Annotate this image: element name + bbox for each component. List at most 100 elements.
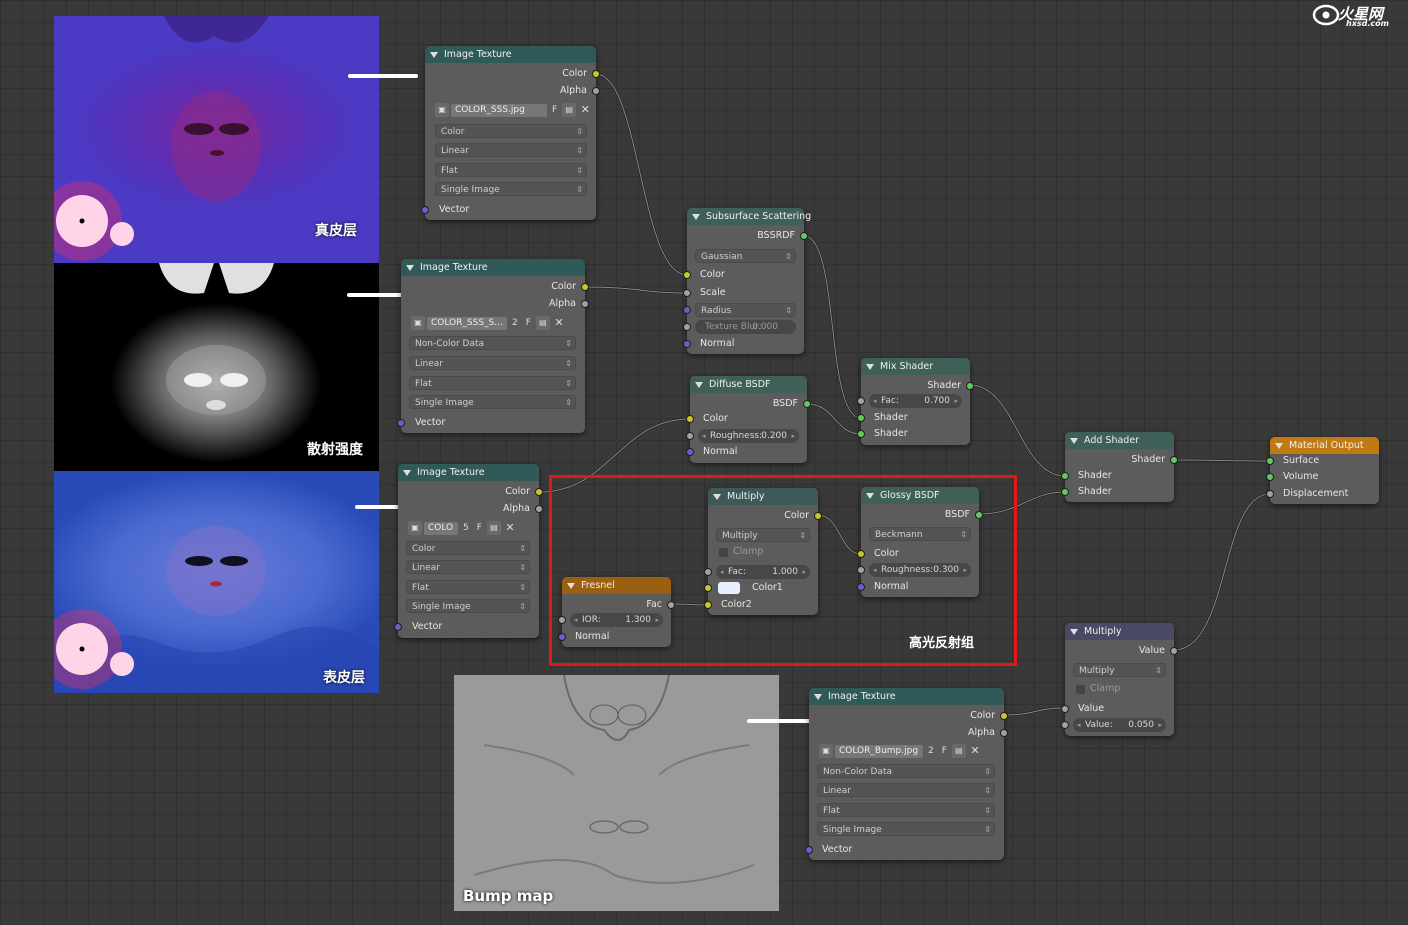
clamp-checkbox[interactable] (1076, 685, 1085, 694)
fake-user-button[interactable]: F (523, 318, 534, 328)
image-selector[interactable]: ▣ COLO 5 F ▤ ✕ (408, 521, 517, 535)
add-shader-node[interactable]: Add Shader Shader Shader Shader (1061, 432, 1178, 502)
vector-input-socket[interactable] (394, 623, 402, 631)
decrement-arrow-icon[interactable]: ◂ (1077, 718, 1081, 732)
image-texture-node-4[interactable]: Image Texture Color Alpha ▣ COLOR_Bump.j… (805, 688, 1008, 860)
shader1-input-socket[interactable] (857, 414, 865, 422)
texture-blur-input-socket[interactable] (683, 323, 691, 331)
projection-dropdown[interactable]: Flat (435, 163, 587, 178)
color-input-socket[interactable] (683, 271, 691, 279)
increment-arrow-icon[interactable]: ▸ (1158, 718, 1162, 732)
color-space-dropdown[interactable]: Non-Color Data (409, 336, 576, 351)
value-output-socket[interactable] (1170, 647, 1178, 655)
roughness-field[interactable]: ◂ Roughness: 0.300 ▸ (869, 563, 971, 577)
interpolation-dropdown[interactable]: Linear (409, 356, 576, 371)
color-space-dropdown[interactable]: Color (406, 541, 530, 556)
texture-blur-field[interactable]: Texture Blur: 0.000 (695, 320, 796, 334)
unlink-image-icon[interactable]: ✕ (552, 316, 566, 330)
color-space-dropdown[interactable]: Non-Color Data (817, 764, 995, 779)
color-output-socket[interactable] (581, 283, 589, 291)
decrement-arrow-icon[interactable]: ◂ (574, 613, 578, 627)
open-image-icon[interactable]: ▤ (535, 316, 550, 330)
open-image-icon[interactable]: ▤ (951, 744, 966, 758)
value1-input-socket[interactable] (1061, 705, 1069, 713)
image-texture-node-1[interactable]: Image Texture Color Alpha ▣ COLOR_SSS.jp… (421, 46, 600, 220)
image-browse-icon[interactable]: ▣ (408, 521, 422, 535)
shader2-input-socket[interactable] (1061, 488, 1069, 496)
open-image-icon[interactable]: ▤ (562, 103, 577, 117)
shader1-input-socket[interactable] (1061, 472, 1069, 480)
mix-shader-node[interactable]: Mix Shader Shader ◂ Fac: 0.700 ▸ Shader … (857, 358, 974, 445)
node-header[interactable]: Mix Shader (861, 358, 970, 375)
collapse-triangle-icon[interactable] (1070, 437, 1078, 444)
multiply-math-node[interactable]: Multiply Value Multiply Clamp Value ◂ Va… (1061, 623, 1178, 736)
source-dropdown[interactable]: Single Image (409, 395, 576, 410)
normal-input-socket[interactable] (686, 448, 694, 456)
bsdf-output-socket[interactable] (975, 511, 983, 519)
unlink-image-icon[interactable]: ✕ (503, 521, 517, 535)
source-dropdown[interactable]: Single Image (435, 182, 587, 197)
projection-dropdown[interactable]: Flat (817, 803, 995, 818)
projection-dropdown[interactable]: Flat (406, 580, 530, 595)
color-space-dropdown[interactable]: Color (435, 124, 587, 139)
value-field[interactable]: ◂ Value: 0.050 ▸ (1073, 718, 1166, 732)
fresnel-node[interactable]: Fresnel Fac ◂ IOR: 1.300 ▸ Normal (558, 577, 675, 647)
collapse-triangle-icon[interactable] (1275, 442, 1283, 449)
vector-input-socket[interactable] (421, 206, 429, 214)
interpolation-dropdown[interactable]: Linear (817, 783, 995, 798)
normal-input-socket[interactable] (857, 583, 865, 591)
scale-input-socket[interactable] (683, 289, 691, 297)
node-header[interactable]: Multiply (708, 488, 818, 505)
image-texture-node-2[interactable]: Image Texture Color Alpha ▣ COLOR_SSS_S.… (397, 259, 589, 433)
interpolation-dropdown[interactable]: Linear (406, 560, 530, 575)
image-texture-node-3[interactable]: Image Texture Color Alpha ▣ COLO 5 F ▤ ✕… (394, 464, 543, 638)
collapse-triangle-icon[interactable] (567, 582, 575, 589)
color-input-socket[interactable] (686, 415, 694, 423)
blend-mode-dropdown[interactable]: Multiply (716, 528, 810, 543)
subsurface-scattering-node[interactable]: Subsurface Scattering BSSRDF Gaussian Co… (683, 208, 811, 354)
color1-input-socket[interactable] (704, 584, 712, 592)
node-header[interactable]: Add Shader (1065, 432, 1174, 449)
shader2-input-socket[interactable] (857, 430, 865, 438)
mix-fac-field[interactable]: ◂ Fac: 0.700 ▸ (869, 394, 962, 408)
source-dropdown[interactable]: Single Image (406, 599, 530, 614)
clamp-checkbox[interactable] (719, 548, 728, 557)
open-image-icon[interactable]: ▤ (486, 521, 501, 535)
interpolation-dropdown[interactable]: Linear (435, 143, 587, 158)
roughness-input-socket[interactable] (857, 566, 865, 574)
decrement-arrow-icon[interactable]: ◂ (873, 563, 877, 577)
node-header[interactable]: Image Texture (398, 464, 539, 481)
decrement-arrow-icon[interactable]: ◂ (873, 394, 877, 408)
node-header[interactable]: Image Texture (425, 46, 596, 63)
node-header[interactable]: Material Output (1270, 437, 1379, 454)
normal-input-socket[interactable] (683, 340, 691, 348)
vector-input-socket[interactable] (397, 419, 405, 427)
collapse-triangle-icon[interactable] (406, 264, 414, 271)
unlink-image-icon[interactable]: ✕ (578, 103, 592, 117)
fac-input-socket[interactable] (857, 397, 865, 405)
color2-input-socket[interactable] (704, 601, 712, 609)
image-browse-icon[interactable]: ▣ (435, 103, 449, 117)
glossy-bsdf-node[interactable]: Glossy BSDF BSDF Beckmann Color ◂ Roughn… (857, 487, 983, 597)
node-header[interactable]: Glossy BSDF (861, 487, 979, 504)
collapse-triangle-icon[interactable] (403, 469, 411, 476)
increment-arrow-icon[interactable]: ▸ (802, 565, 806, 579)
material-output-node[interactable]: Material Output Surface Volume Displacem… (1266, 437, 1379, 504)
multiply-color-node[interactable]: Multiply Color Multiply Clamp ◂ Fac: 1.0… (704, 488, 822, 615)
image-name-field[interactable]: COLO (424, 521, 458, 535)
diffuse-bsdf-node[interactable]: Diffuse BSDF BSDF Color ◂ Roughness: 0.2… (686, 376, 811, 463)
color-output-socket[interactable] (535, 488, 543, 496)
image-selector[interactable]: ▣ COLOR_SSS.jpg F ▤ ✕ (435, 103, 592, 117)
node-header[interactable]: Subsurface Scattering (687, 208, 811, 225)
distribution-dropdown[interactable]: Beckmann (869, 527, 971, 542)
source-dropdown[interactable]: Single Image (817, 822, 995, 837)
node-header[interactable]: Image Texture (809, 688, 1004, 705)
increment-arrow-icon[interactable]: ▸ (954, 394, 958, 408)
fac-field[interactable]: ◂ Fac: 1.000 ▸ (716, 565, 810, 579)
alpha-output-socket[interactable] (592, 87, 600, 95)
image-selector[interactable]: ▣ COLOR_Bump.jpg 2 F ▤ ✕ (819, 744, 982, 758)
ior-field[interactable]: ◂ IOR: 1.300 ▸ (570, 613, 663, 627)
surface-input-socket[interactable] (1266, 457, 1274, 465)
shader-output-socket[interactable] (1170, 456, 1178, 464)
collapse-triangle-icon[interactable] (814, 693, 822, 700)
